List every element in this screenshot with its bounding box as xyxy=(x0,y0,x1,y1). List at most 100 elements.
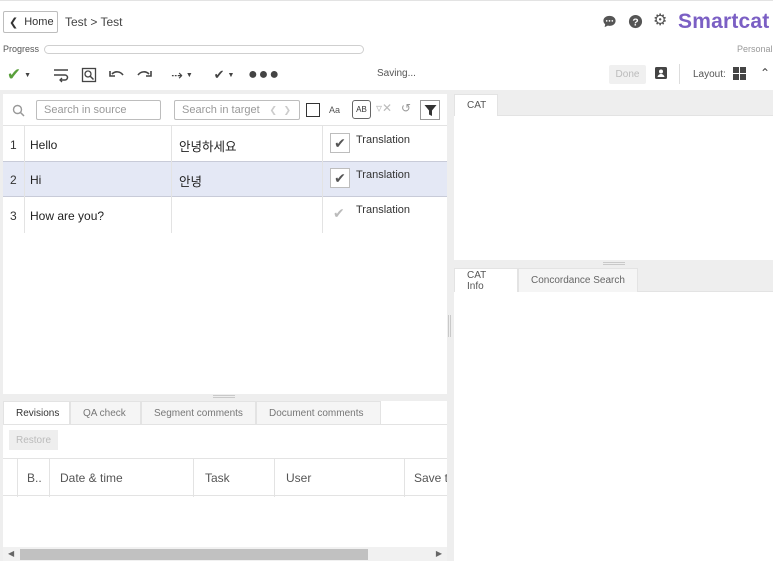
search-source-placeholder: Search in source xyxy=(44,104,127,116)
segment-source: How are you? xyxy=(30,209,105,223)
scroll-right-icon[interactable]: ▶ xyxy=(436,549,442,558)
vertical-splitter[interactable] xyxy=(448,315,451,337)
column-divider xyxy=(24,125,25,233)
column-divider xyxy=(193,459,194,497)
scrollbar-thumb[interactable] xyxy=(20,549,368,560)
tab-cat-info[interactable]: CAT Info xyxy=(454,268,518,292)
more-icon[interactable]: ●●● xyxy=(248,66,280,84)
table-row[interactable]: 3 How are you? ✔ Translation xyxy=(3,197,447,233)
segment-editor: Search in source Search in target ❮ ❯ Aa… xyxy=(3,94,447,394)
prev-match-icon[interactable]: ❮ xyxy=(269,105,277,116)
undo-icon[interactable] xyxy=(106,66,126,84)
tab-qa-check[interactable]: QA check xyxy=(70,401,141,425)
confirm-checkbox[interactable]: ✔ xyxy=(330,168,350,188)
column-header[interactable]: Task xyxy=(205,471,230,485)
arrow-right-icon: ⇢ xyxy=(171,66,183,83)
column-divider xyxy=(274,459,275,497)
chevron-left-icon: ❮ xyxy=(9,16,19,29)
filter-icon[interactable] xyxy=(420,100,440,120)
clear-button[interactable]: ✔ ▼ xyxy=(208,66,240,84)
tab-concordance-search[interactable]: Concordance Search xyxy=(518,268,638,292)
segment-source: Hi xyxy=(30,173,42,187)
chevron-down-icon: ▼ xyxy=(24,71,32,79)
next-match-icon[interactable]: ❯ xyxy=(283,105,291,116)
tab-segment-comments[interactable]: Segment comments xyxy=(141,401,256,425)
segment-target[interactable]: 안녕하세요 xyxy=(179,136,237,155)
segment-source: Hello xyxy=(30,138,58,152)
contact-icon[interactable] xyxy=(654,66,670,82)
tab-divider xyxy=(3,424,447,425)
chevron-down-icon: ▼ xyxy=(227,71,235,79)
revisions-table-header: B.. Date & time Task User Save t xyxy=(3,458,447,497)
segment-status: Translation xyxy=(356,204,411,216)
search-icon xyxy=(12,104,25,120)
tab-document-comments[interactable]: Document comments xyxy=(256,401,381,425)
help-icon[interactable]: ? xyxy=(628,14,643,29)
table-row-selected[interactable]: 2 Hi 안녕 ✔ Translation xyxy=(3,161,447,197)
match-case-toggle[interactable]: Aa xyxy=(329,105,340,115)
tab-revisions[interactable]: Revisions xyxy=(3,401,70,425)
saving-status: Saving... xyxy=(377,68,416,79)
tab-cat[interactable]: CAT xyxy=(454,94,498,116)
restore-button[interactable]: Restore xyxy=(9,430,58,450)
scroll-left-icon[interactable]: ◀ xyxy=(8,549,14,558)
layout-label: Layout: xyxy=(693,69,726,80)
confirm-checkbox[interactable]: ✔ xyxy=(330,133,350,153)
column-divider xyxy=(404,459,405,497)
horizontal-splitter[interactable] xyxy=(213,395,235,398)
confirm-button[interactable]: ✔ ▼ xyxy=(5,65,33,84)
convert-case-icon[interactable]: AB xyxy=(352,100,371,119)
home-label: Home xyxy=(24,16,54,28)
check-icon: ✔ xyxy=(6,65,22,84)
column-header[interactable]: B.. xyxy=(27,471,42,485)
column-divider xyxy=(322,125,323,233)
segment-number: 3 xyxy=(10,209,17,223)
cat-panel: CAT xyxy=(454,94,773,260)
chevron-down-icon: ▼ xyxy=(185,71,193,79)
segment-number: 1 xyxy=(10,138,17,152)
layout-grid-icon[interactable] xyxy=(733,67,747,81)
column-header[interactable]: User xyxy=(286,471,311,485)
check-icon[interactable]: ✔ xyxy=(333,205,345,222)
progress-bar xyxy=(44,45,364,54)
cat-info-panel: CAT Info Concordance Search xyxy=(454,268,773,561)
gear-icon[interactable]: ⚙ xyxy=(653,13,669,29)
chat-icon[interactable] xyxy=(602,14,617,29)
bottom-panel: Revisions QA check Segment comments Docu… xyxy=(3,401,447,561)
redo-icon[interactable] xyxy=(134,66,154,84)
home-button[interactable]: ❮ Home xyxy=(3,11,58,33)
copy-source-button[interactable]: ⇢ ▼ xyxy=(166,66,198,84)
segment-status: Translation xyxy=(356,134,411,146)
toolbar-divider xyxy=(679,64,680,84)
horizontal-scrollbar[interactable]: ◀ ▶ xyxy=(3,547,447,561)
column-divider xyxy=(171,125,172,233)
wrap-text-icon[interactable] xyxy=(51,66,71,84)
column-header[interactable]: Save t xyxy=(414,471,447,485)
plan-label: Personal xyxy=(737,44,773,54)
segment-status: Translation xyxy=(356,169,411,181)
segment-number: 2 xyxy=(10,173,17,187)
column-divider xyxy=(17,459,18,497)
breadcrumb: Test > Test xyxy=(65,15,123,29)
search-source-input[interactable]: Search in source xyxy=(36,100,161,120)
svg-text:?: ? xyxy=(632,17,638,28)
column-header[interactable]: Date & time xyxy=(60,471,123,485)
check-icon: ✔ xyxy=(334,134,346,151)
cat-tab-bar xyxy=(454,94,773,116)
table-row[interactable]: 1 Hello 안녕하세요 ✔ Translation xyxy=(3,125,447,161)
search-target-placeholder: Search in target xyxy=(182,104,260,116)
done-button[interactable]: Done xyxy=(609,65,646,84)
progress-label: Progress xyxy=(3,44,40,54)
check-icon: ✔ xyxy=(334,169,346,186)
search-target-input[interactable]: Search in target ❮ ❯ xyxy=(174,100,300,120)
broom-icon: ✔ xyxy=(213,67,225,82)
column-divider xyxy=(49,459,50,497)
brand-logo[interactable]: Smartcat xyxy=(678,10,769,34)
refresh-icon[interactable]: ↺ xyxy=(401,101,411,115)
right-splitter[interactable] xyxy=(603,262,625,265)
filter-checkbox[interactable] xyxy=(306,103,320,117)
segment-target[interactable]: 안녕 xyxy=(179,171,202,190)
search-replace-icon[interactable] xyxy=(79,66,99,84)
clear-filter-icon[interactable]: ▿✕ xyxy=(376,101,392,115)
collapse-icon[interactable]: ⌃ xyxy=(760,66,770,80)
